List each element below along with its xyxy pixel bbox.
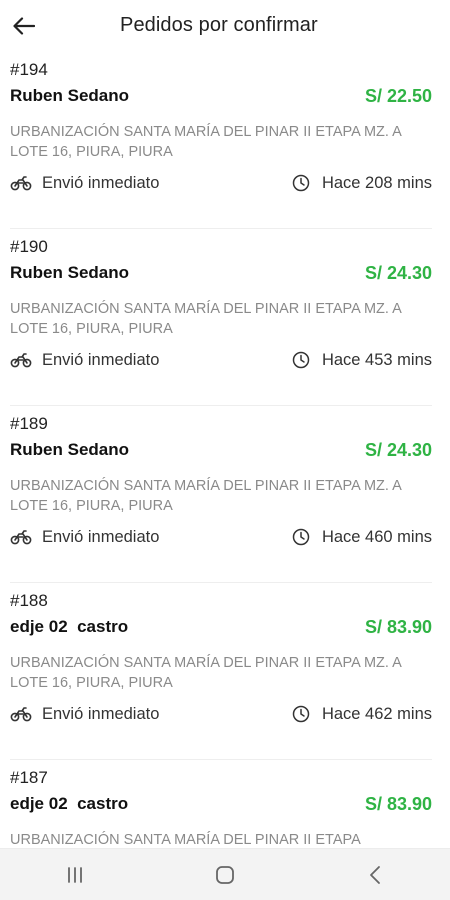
elapsed-time: Hace 208 mins	[290, 173, 432, 193]
order-id: #188	[10, 591, 48, 610]
elapsed-time: Hace 460 mins	[290, 527, 432, 547]
clock-icon	[290, 173, 312, 193]
time-label: Hace 453 mins	[321, 350, 432, 369]
delivery-type: Envió inmediato	[10, 527, 159, 547]
order-price: S/ 83.90	[364, 794, 432, 814]
customer-name: edje 02 castro	[10, 617, 129, 636]
delivery-type: Envió inmediato	[10, 173, 159, 193]
order-address: URBANIZACIÓN SANTA MARÍA DEL PINAR II ET…	[10, 301, 402, 337]
order-address: URBANIZACIÓN SANTA MARÍA DEL PINAR II ET…	[10, 478, 402, 514]
order-price: S/ 83.90	[364, 617, 432, 637]
time-label: Hace 208 mins	[321, 173, 432, 192]
app-header: Pedidos por confirmar	[0, 0, 450, 52]
order-card[interactable]: #194 Ruben Sedano S/ 22.50 URBANIZACIÓN …	[10, 52, 432, 229]
order-price: S/ 24.30	[364, 263, 432, 283]
order-id: #194	[10, 60, 48, 79]
time-label: Hace 462 mins	[321, 704, 432, 723]
customer-name: Ruben Sedano	[10, 263, 130, 282]
time-label: Hace 460 mins	[321, 527, 432, 546]
customer-name: edje 02 castro	[10, 794, 129, 813]
motorbike-icon	[10, 527, 32, 547]
customer-name: Ruben Sedano	[10, 86, 130, 105]
order-price: S/ 24.30	[364, 440, 432, 460]
delivery-type: Envió inmediato	[10, 704, 159, 724]
order-id: #190	[10, 237, 48, 256]
elapsed-time: Hace 453 mins	[290, 350, 432, 370]
delivery-label: Envió inmediato	[42, 173, 160, 192]
order-card[interactable]: #187 edje 02 castro S/ 83.90 URBANIZACIÓ…	[10, 760, 432, 848]
order-card[interactable]: #188 edje 02 castro S/ 83.90 URBANIZACIÓ…	[10, 583, 432, 760]
delivery-type: Envió inmediato	[10, 350, 159, 370]
home-icon[interactable]	[205, 855, 245, 895]
delivery-label: Envió inmediato	[42, 704, 160, 723]
delivery-label: Envió inmediato	[42, 527, 160, 546]
elapsed-time: Hace 462 mins	[290, 704, 432, 724]
order-price: S/ 22.50	[364, 86, 432, 106]
customer-name: Ruben Sedano	[10, 440, 130, 459]
order-address: URBANIZACIÓN SANTA MARÍA DEL PINAR II ET…	[10, 124, 402, 160]
motorbike-icon	[10, 704, 32, 724]
order-address: URBANIZACIÓN SANTA MARÍA DEL PINAR II ET…	[10, 832, 361, 848]
recents-icon[interactable]	[55, 855, 95, 895]
order-id: #189	[10, 414, 48, 433]
order-address: URBANIZACIÓN SANTA MARÍA DEL PINAR II ET…	[10, 655, 402, 691]
page-title: Pedidos por confirmar	[120, 14, 318, 36]
nav-back-icon[interactable]	[355, 855, 395, 895]
screen: Pedidos por confirmar #194 Ruben Sedano …	[0, 0, 450, 900]
arrow-left-icon[interactable]	[10, 12, 38, 40]
order-id: #187	[10, 768, 48, 787]
order-card[interactable]: #190 Ruben Sedano S/ 24.30 URBANIZACIÓN …	[10, 229, 432, 406]
clock-icon	[290, 527, 312, 547]
motorbike-icon	[10, 350, 32, 370]
orders-list[interactable]: #194 Ruben Sedano S/ 22.50 URBANIZACIÓN …	[0, 52, 450, 848]
motorbike-icon	[10, 173, 32, 193]
system-nav-bar	[0, 848, 450, 900]
order-card[interactable]: #189 Ruben Sedano S/ 24.30 URBANIZACIÓN …	[10, 406, 432, 583]
clock-icon	[290, 704, 312, 724]
delivery-label: Envió inmediato	[42, 350, 160, 369]
clock-icon	[290, 350, 312, 370]
